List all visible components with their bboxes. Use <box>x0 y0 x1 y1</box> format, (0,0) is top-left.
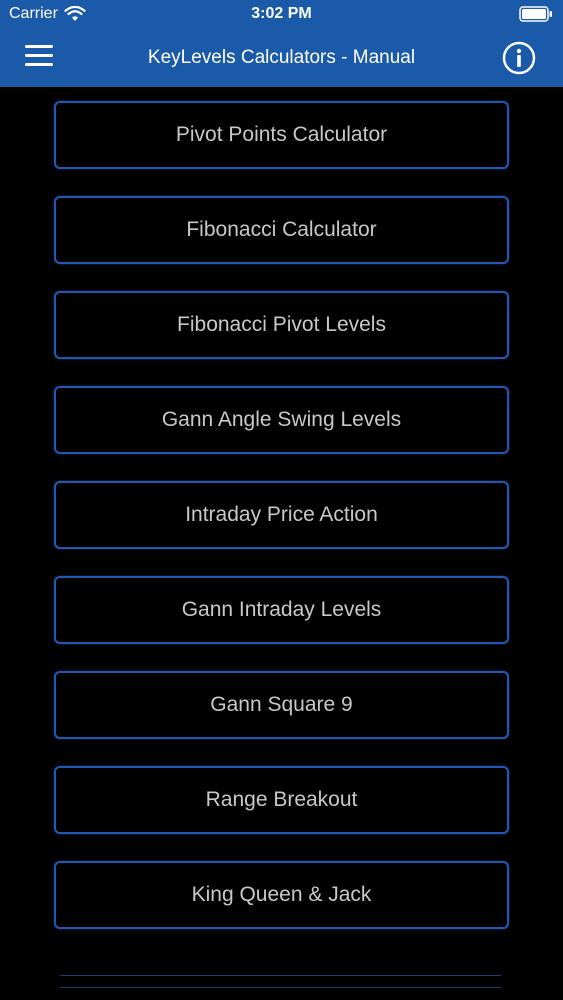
app-header: Carrier 3:02 PM KeyLevels Calculators - … <box>0 0 563 87</box>
gann-square-9-button[interactable]: Gann Square 9 <box>54 671 509 739</box>
calculator-menu: Pivot Points Calculator Fibonacci Calcul… <box>0 87 563 1000</box>
bottom-divider <box>60 975 501 989</box>
intraday-price-action-button[interactable]: Intraday Price Action <box>54 481 509 549</box>
navigation-bar: KeyLevels Calculators - Manual <box>0 30 563 87</box>
fibonacci-calculator-button[interactable]: Fibonacci Calculator <box>54 196 509 264</box>
fibonacci-pivot-levels-button[interactable]: Fibonacci Pivot Levels <box>54 291 509 359</box>
status-time: 3:02 PM <box>251 5 312 22</box>
battery-icon <box>519 6 552 22</box>
range-breakout-button[interactable]: Range Breakout <box>54 766 509 834</box>
gann-intraday-levels-button[interactable]: Gann Intraday Levels <box>54 576 509 644</box>
info-icon[interactable] <box>502 41 536 75</box>
king-queen-jack-button[interactable]: King Queen & Jack <box>54 861 509 929</box>
hamburger-menu-icon[interactable] <box>25 45 53 67</box>
pivot-points-calculator-button[interactable]: Pivot Points Calculator <box>54 101 509 169</box>
page-title: KeyLevels Calculators - Manual <box>147 47 416 68</box>
gann-angle-swing-levels-button[interactable]: Gann Angle Swing Levels <box>54 386 509 454</box>
status-bar: Carrier 3:02 PM <box>0 0 563 30</box>
